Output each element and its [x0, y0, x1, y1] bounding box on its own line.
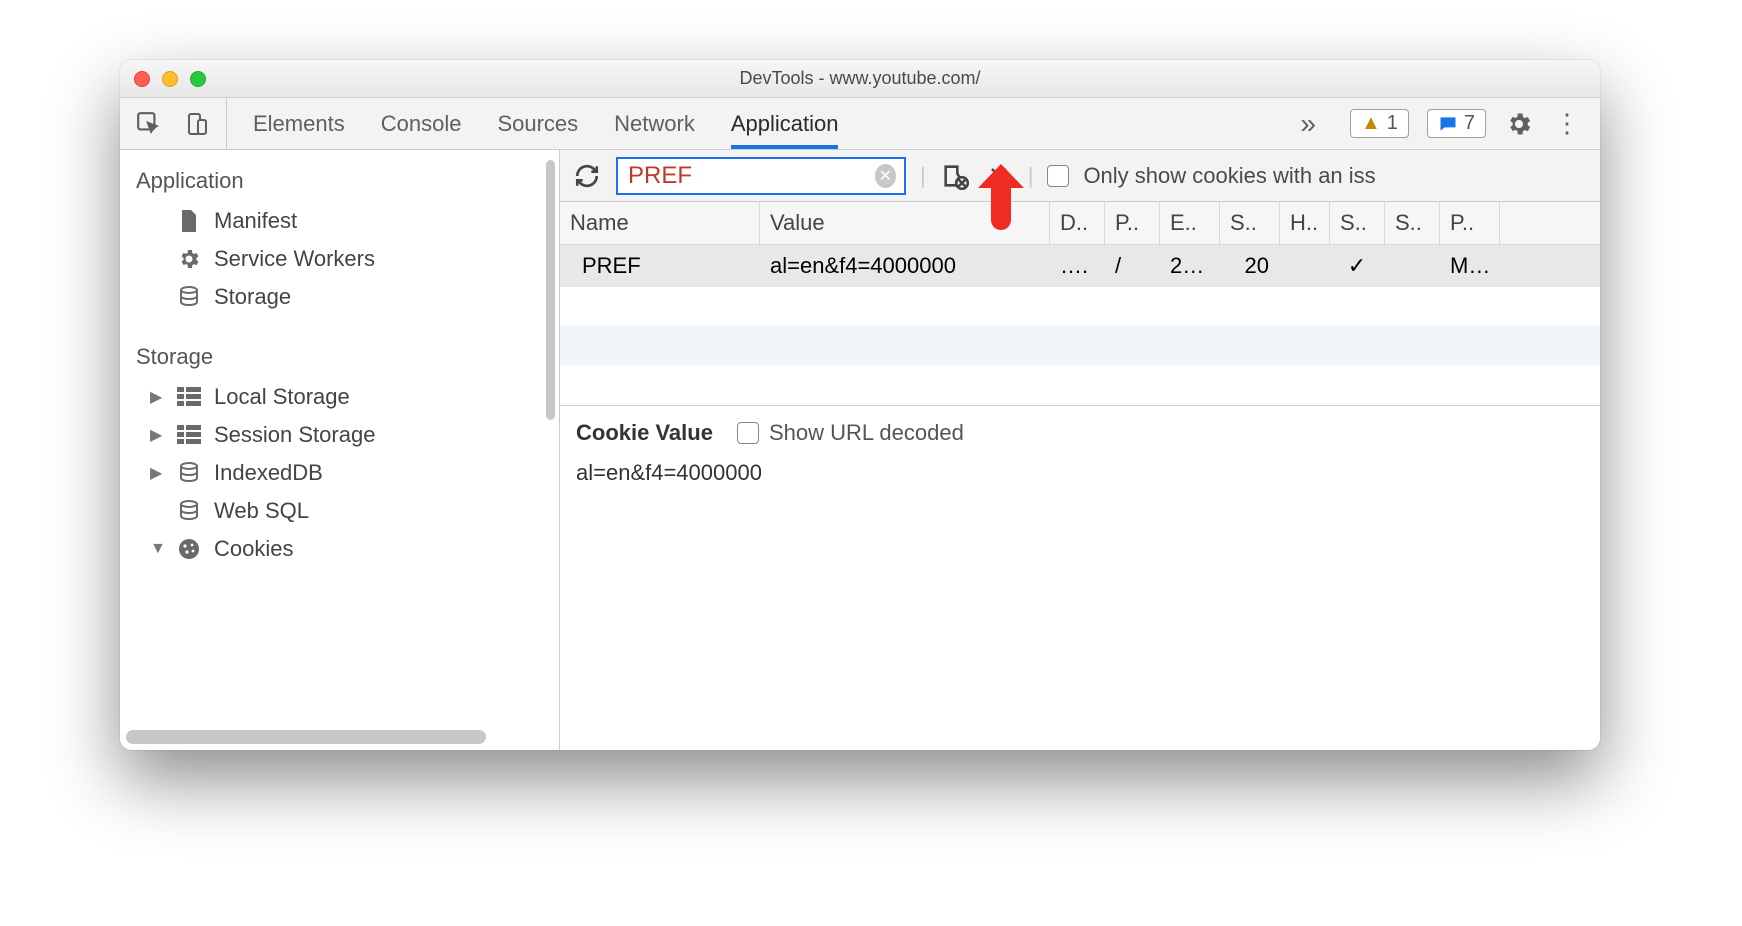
sidebar-section-storage: Storage	[120, 336, 559, 378]
more-tabs-button[interactable]: »	[1276, 108, 1340, 140]
cookies-table: Name Value D.. P.. E.. S.. H.. S.. S.. P…	[560, 202, 1600, 406]
file-icon	[176, 208, 202, 234]
show-url-decoded-checkbox[interactable]	[737, 422, 759, 444]
cell-samesite	[1385, 245, 1440, 287]
sidebar-item-label: Web SQL	[214, 498, 309, 524]
database-icon	[176, 460, 202, 486]
col-domain[interactable]: D..	[1050, 202, 1105, 244]
cell-size: 20	[1220, 245, 1280, 287]
warnings-count: 1	[1387, 112, 1398, 135]
sidebar-item-cookies[interactable]: ▼ Cookies	[120, 530, 559, 568]
sidebar-item-label: Cookies	[214, 536, 293, 562]
sidebar-section-application: Application	[120, 160, 559, 202]
cookies-pane: ✕ | | Only show cookies with an iss	[560, 150, 1600, 750]
message-icon	[1438, 114, 1458, 134]
cell-path: /	[1105, 245, 1160, 287]
devtools-body: Application Manifest Service Workers	[120, 150, 1600, 750]
cell-priority: M…	[1440, 245, 1500, 287]
col-value[interactable]: Value	[760, 202, 1050, 244]
settings-icon[interactable]	[1504, 109, 1534, 139]
gear-icon	[176, 246, 202, 272]
sidebar-item-service-workers[interactable]: Service Workers	[120, 240, 559, 278]
device-toggle-icon[interactable]	[182, 109, 212, 139]
clear-all-icon[interactable]	[940, 161, 970, 191]
sidebar-scrollbar-horizontal[interactable]	[126, 730, 486, 744]
delete-icon[interactable]	[984, 161, 1014, 191]
sidebar-item-storage[interactable]: Storage	[120, 278, 559, 316]
filter-input[interactable]	[626, 161, 867, 191]
cell-expires: 2…	[1160, 245, 1220, 287]
sidebar-item-label: IndexedDB	[214, 460, 323, 486]
database-icon	[176, 284, 202, 310]
col-samesite[interactable]: S..	[1385, 202, 1440, 244]
sidebar-item-label: Manifest	[214, 208, 297, 234]
window: DevTools - www.youtube.com/ Elements Con…	[120, 60, 1600, 750]
messages-badge[interactable]: 7	[1427, 109, 1486, 138]
minimize-window-button[interactable]	[162, 71, 178, 87]
sidebar-item-websql[interactable]: Web SQL	[120, 492, 559, 530]
tab-application[interactable]: Application	[731, 98, 839, 149]
table-row[interactable]: PREF al=en&f4=4000000 …. / 2… 20 ✓ M…	[560, 245, 1600, 287]
database-icon	[176, 498, 202, 524]
cell-value: al=en&f4=4000000	[760, 245, 1050, 287]
cell-domain: ….	[1050, 245, 1105, 287]
sidebar-item-label: Storage	[214, 284, 291, 310]
tab-elements[interactable]: Elements	[253, 98, 345, 149]
cookie-value-panel: Cookie Value Show URL decoded al=en&f4=4…	[560, 406, 1600, 750]
window-title: DevTools - www.youtube.com/	[739, 68, 980, 89]
only-issues-checkbox[interactable]	[1047, 165, 1069, 187]
kebab-icon[interactable]: ⋮	[1552, 109, 1582, 139]
messages-count: 7	[1464, 112, 1475, 135]
col-priority[interactable]: P..	[1440, 202, 1500, 244]
sidebar-item-manifest[interactable]: Manifest	[120, 202, 559, 240]
col-httponly[interactable]: H..	[1280, 202, 1330, 244]
show-url-decoded-label: Show URL decoded	[769, 420, 964, 446]
cell-secure: ✓	[1330, 245, 1385, 287]
cell-name: PREF	[560, 245, 760, 287]
refresh-icon[interactable]	[572, 161, 602, 191]
tab-network[interactable]: Network	[614, 98, 695, 149]
only-issues-label: Only show cookies with an iss	[1083, 163, 1375, 189]
sidebar-item-label: Local Storage	[214, 384, 350, 410]
cookie-icon	[176, 536, 202, 562]
sidebar-item-label: Service Workers	[214, 246, 375, 272]
traffic-lights	[134, 71, 206, 87]
col-size[interactable]: S..	[1220, 202, 1280, 244]
cookies-table-body: PREF al=en&f4=4000000 …. / 2… 20 ✓ M…	[560, 245, 1600, 405]
cookies-toolbar: ✕ | | Only show cookies with an iss	[560, 150, 1600, 202]
col-secure[interactable]: S..	[1330, 202, 1385, 244]
devtools-toolbar: Elements Console Sources Network Applica…	[120, 98, 1600, 150]
tab-console[interactable]: Console	[381, 98, 462, 149]
chevron-down-icon: ▼	[150, 540, 164, 558]
title-bar: DevTools - www.youtube.com/	[120, 60, 1600, 98]
warnings-badge[interactable]: ▲ 1	[1350, 109, 1409, 138]
close-window-button[interactable]	[134, 71, 150, 87]
tab-sources[interactable]: Sources	[497, 98, 578, 149]
application-sidebar: Application Manifest Service Workers	[120, 150, 560, 750]
cookie-value-title: Cookie Value	[576, 420, 713, 446]
chevron-right-icon: ▶	[150, 425, 164, 445]
sidebar-item-local-storage[interactable]: ▶ Local Storage	[120, 378, 559, 416]
chevron-right-icon: ▶	[150, 387, 164, 407]
cookies-table-header: Name Value D.. P.. E.. S.. H.. S.. S.. P…	[560, 202, 1600, 245]
cell-httponly	[1280, 245, 1330, 287]
sidebar-item-indexeddb[interactable]: ▶ IndexedDB	[120, 454, 559, 492]
grid-icon	[176, 384, 202, 410]
sidebar-scrollbar-vertical[interactable]	[546, 160, 555, 420]
warning-icon: ▲	[1361, 112, 1381, 135]
col-name[interactable]: Name	[560, 202, 760, 244]
filter-input-container: ✕	[616, 157, 906, 195]
grid-icon	[176, 422, 202, 448]
zoom-window-button[interactable]	[190, 71, 206, 87]
inspect-icon[interactable]	[134, 109, 164, 139]
clear-filter-icon[interactable]: ✕	[875, 164, 896, 188]
sidebar-item-session-storage[interactable]: ▶ Session Storage	[120, 416, 559, 454]
cookie-value-text: al=en&f4=4000000	[576, 460, 1584, 486]
col-expires[interactable]: E..	[1160, 202, 1220, 244]
sidebar-item-label: Session Storage	[214, 422, 375, 448]
chevron-right-icon: ▶	[150, 463, 164, 483]
col-path[interactable]: P..	[1105, 202, 1160, 244]
